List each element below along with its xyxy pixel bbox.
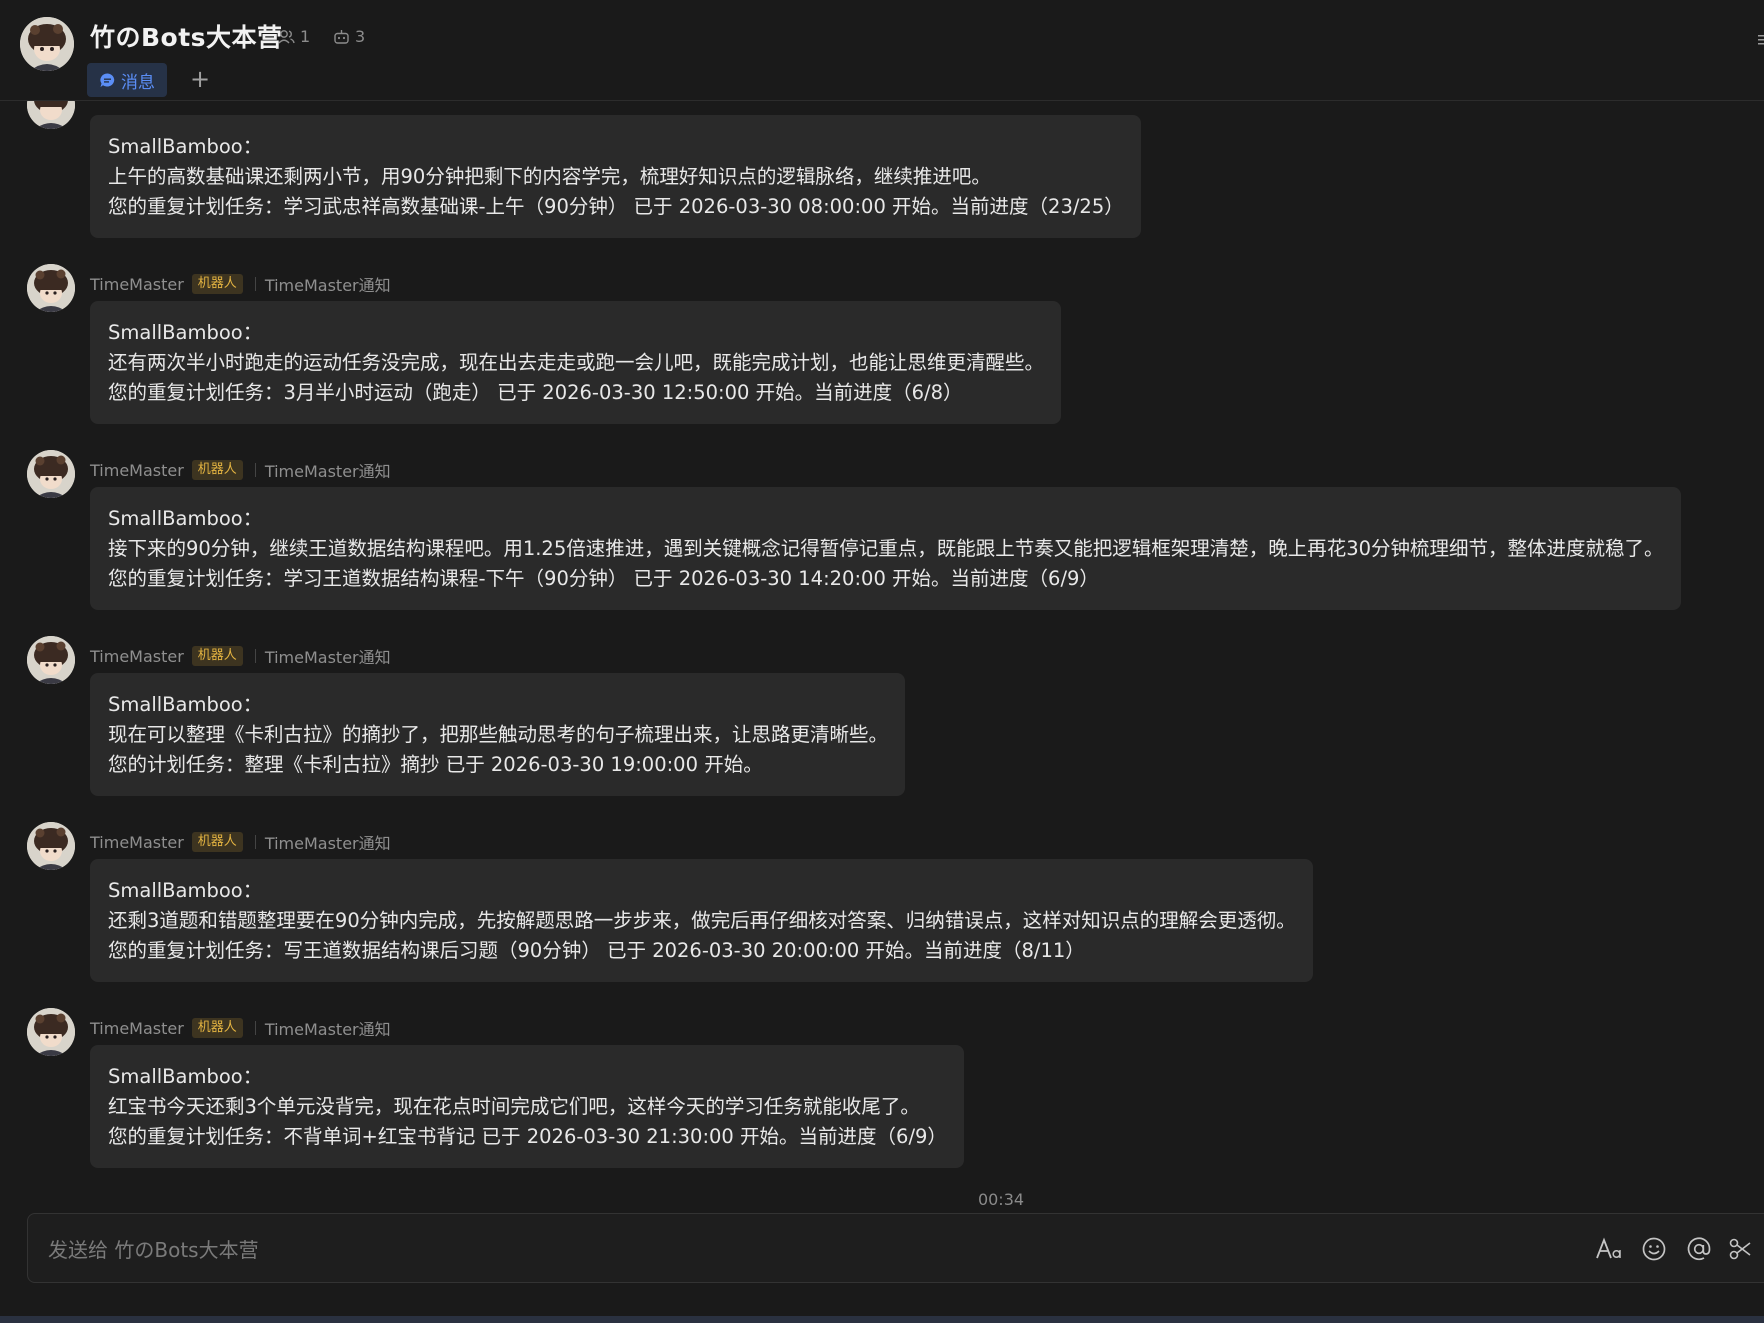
sender-subtitle: TimeMaster通知 — [264, 462, 391, 481]
message-line: 您的重复计划任务：不背单词+红宝书背记 已于 2026-03-30 21:30:… — [108, 1125, 947, 1148]
message-list[interactable]: SmallBamboo： 上午的高数基础课还剩两小节，用90分钟把剩下的内容学完… — [0, 101, 1764, 1209]
message-header: TimeMaster 机器人 TimeMaster通知 — [90, 272, 391, 296]
divider — [254, 277, 256, 291]
bot-badge: 机器人 — [191, 832, 243, 852]
sender-subtitle: TimeMaster通知 — [264, 648, 391, 667]
bot-badge: 机器人 — [191, 1018, 243, 1038]
message-line: SmallBamboo： — [108, 321, 263, 344]
message-line: 您的重复计划任务：学习武忠祥高数基础课-上午（90分钟） 已于 2026-03-… — [108, 195, 1124, 218]
avatar-image — [27, 264, 75, 312]
member-count[interactable]: 1 — [278, 27, 310, 46]
channel-avatar[interactable] — [20, 17, 74, 71]
status-strip — [0, 1316, 1764, 1323]
sender-name[interactable]: TimeMaster — [90, 647, 184, 666]
sender-subtitle: TimeMaster通知 — [264, 1020, 391, 1039]
avatar-image — [27, 101, 75, 129]
message-bubble: SmallBamboo： 上午的高数基础课还剩两小节，用90分钟把剩下的内容学完… — [90, 115, 1141, 238]
message-line: 您的重复计划任务：3月半小时运动（跑走） 已于 2026-03-30 12:50… — [108, 381, 963, 404]
sender-subtitle: TimeMaster通知 — [264, 834, 391, 853]
sender-subtitle: TimeMaster通知 — [264, 276, 391, 295]
divider — [254, 835, 256, 849]
message-line: SmallBamboo： — [108, 879, 263, 902]
message-line: SmallBamboo： — [108, 1065, 263, 1088]
screenshot-button[interactable] — [1728, 1234, 1758, 1264]
message-line: 上午的高数基础课还剩两小节，用90分钟把剩下的内容学完，梳理好知识点的逻辑脉络，… — [108, 165, 991, 188]
message-line: 现在可以整理《卡利古拉》的摘抄了，把那些触动思考的句子梳理出来，让思路更清晰些。 — [108, 723, 889, 746]
text-format-icon — [1596, 1237, 1621, 1259]
sender-avatar[interactable] — [27, 450, 75, 498]
menu-icon[interactable] — [1756, 33, 1764, 47]
message-header: TimeMaster 机器人 TimeMaster通知 — [90, 458, 391, 482]
at-mention-icon — [1687, 1237, 1711, 1261]
mention-button[interactable] — [1684, 1234, 1714, 1264]
bot-badge: 机器人 — [191, 460, 243, 480]
message-line: SmallBamboo： — [108, 135, 263, 158]
bot-badge: 机器人 — [191, 274, 243, 294]
bot-badge: 机器人 — [191, 646, 243, 666]
tab-messages[interactable]: 消息 — [87, 63, 167, 97]
message-line: 您的计划任务：整理《卡利古拉》摘抄 已于 2026-03-30 19:00:00… — [108, 753, 763, 776]
scissors-icon — [1729, 1238, 1751, 1260]
message-header: TimeMaster 机器人 TimeMaster通知 — [90, 1016, 391, 1040]
channel-header: 竹のBots大本营 1 3 消息 + — [0, 0, 1764, 101]
sender-avatar[interactable] — [27, 264, 75, 312]
message-bubble: SmallBamboo： 红宝书今天还剩3个单元没背完，现在花点时间完成它们吧，… — [90, 1045, 964, 1168]
message-line: 接下来的90分钟，继续王道数据结构课程吧。用1.25倍速推进，遇到关键概念记得暂… — [108, 537, 1664, 560]
sender-avatar[interactable] — [27, 101, 75, 129]
message-line: SmallBamboo： — [108, 693, 263, 716]
sender-name[interactable]: TimeMaster — [90, 275, 184, 294]
sender-avatar[interactable] — [27, 822, 75, 870]
message-header: TimeMaster 机器人 TimeMaster通知 — [90, 644, 391, 668]
message-bubble: SmallBamboo： 还剩3道题和错题整理要在90分钟内完成，先按解题思路一… — [90, 859, 1313, 982]
sender-avatar[interactable] — [27, 636, 75, 684]
message-composer — [27, 1213, 1764, 1283]
message-line: 您的重复计划任务：写王道数据结构课后习题（90分钟） 已于 2026-03-30… — [108, 939, 1085, 962]
bot-count-value: 3 — [355, 27, 366, 46]
channel-title: 竹のBots大本营 — [90, 23, 283, 52]
chat-bubble-icon — [100, 72, 115, 87]
sender-name[interactable]: TimeMaster — [90, 833, 184, 852]
message-line: 红宝书今天还剩3个单元没背完，现在花点时间完成它们吧，这样今天的学习任务就能收尾… — [108, 1095, 920, 1118]
message-line: SmallBamboo： — [108, 507, 263, 530]
message-input[interactable] — [46, 1232, 1150, 1268]
chat-window: 竹のBots大本营 1 3 消息 + SmallBamboo： 上午的高数基础课… — [0, 0, 1764, 1323]
tab-messages-label: 消息 — [121, 72, 155, 93]
message-timestamp: 00:34 — [977, 1190, 1025, 1209]
member-count-value: 1 — [300, 27, 311, 46]
message-line: 还剩3道题和错题整理要在90分钟内完成，先按解题思路一步步来，做完后再仔细核对答… — [108, 909, 1296, 932]
message-bubble: SmallBamboo： 还有两次半小时跑走的运动任务没完成，现在出去走走或跑一… — [90, 301, 1062, 424]
robot-icon — [334, 29, 349, 44]
message-bubble: SmallBamboo： 现在可以整理《卡利古拉》的摘抄了，把那些触动思考的句子… — [90, 673, 906, 796]
emoji-button[interactable] — [1639, 1234, 1669, 1264]
avatar-image — [27, 1008, 75, 1056]
avatar-image — [27, 450, 75, 498]
bot-count[interactable]: 3 — [333, 27, 365, 46]
message-bubble: SmallBamboo： 接下来的90分钟，继续王道数据结构课程吧。用1.25倍… — [90, 487, 1681, 610]
divider — [254, 463, 256, 477]
emoji-icon — [1642, 1237, 1666, 1261]
message-header: TimeMaster 机器人 TimeMaster通知 — [90, 830, 391, 854]
message-line: 您的重复计划任务：学习王道数据结构课程-下午（90分钟） 已于 2026-03-… — [108, 567, 1099, 590]
avatar-image — [20, 17, 74, 71]
avatar-image — [27, 636, 75, 684]
add-tab-button[interactable]: + — [185, 64, 215, 94]
message-line: 还有两次半小时跑走的运动任务没完成，现在出去走走或跑一会儿吧，既能完成计划，也能… — [108, 351, 1045, 374]
sender-name[interactable]: TimeMaster — [90, 461, 184, 480]
divider — [254, 649, 256, 663]
sender-name[interactable]: TimeMaster — [90, 1019, 184, 1038]
divider — [254, 1021, 256, 1035]
members-icon — [278, 29, 295, 43]
text-format-button[interactable] — [1594, 1234, 1624, 1264]
sender-avatar[interactable] — [27, 1008, 75, 1056]
avatar-image — [27, 822, 75, 870]
